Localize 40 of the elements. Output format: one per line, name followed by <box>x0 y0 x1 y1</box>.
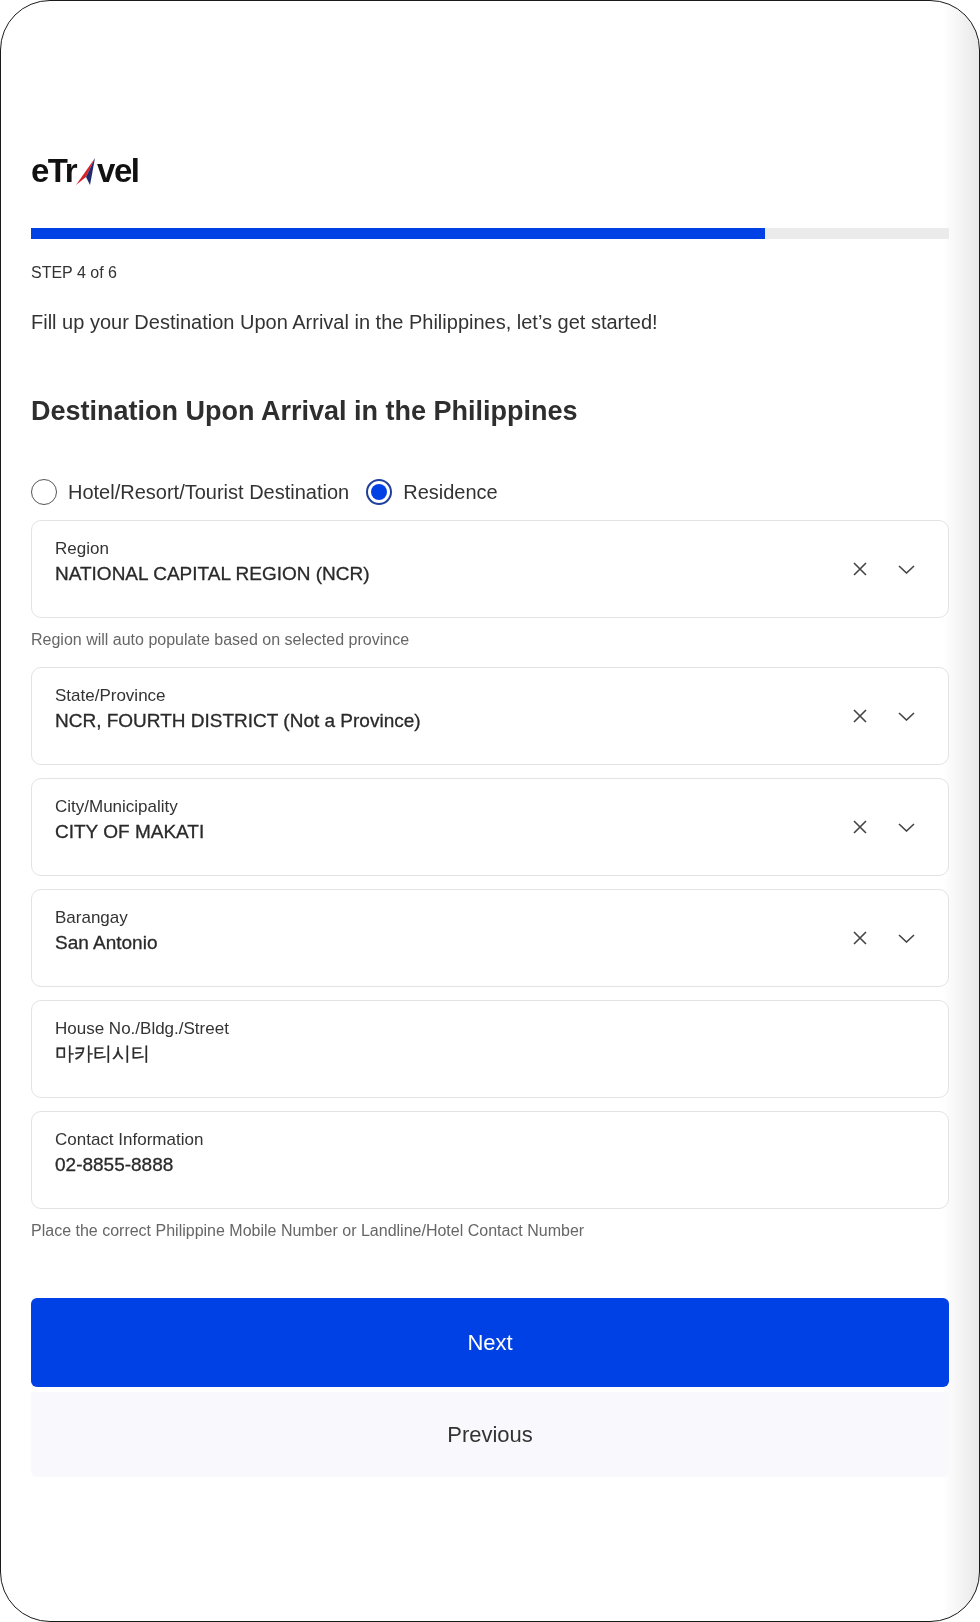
radio-option[interactable]: Residence <box>366 479 498 505</box>
clear-icon[interactable] <box>853 562 867 576</box>
select-field[interactable]: State/Province NCR, FOURTH DISTRICT (Not a Province) <box>31 667 949 765</box>
field-label: Region <box>55 538 109 560</box>
logo-text: vel <box>97 155 139 187</box>
field-value: 02-8855-8888 <box>55 1153 174 1177</box>
paper-plane-icon <box>76 158 97 185</box>
field-value: NCR, FOURTH DISTRICT (Not a Province) <box>55 709 421 733</box>
select-field[interactable]: Barangay San Antonio <box>31 889 949 987</box>
field-value: CITY OF MAKATI <box>55 820 205 844</box>
field-value: 마카티시티 <box>55 1042 150 1066</box>
radio-button[interactable] <box>366 479 393 505</box>
input-field[interactable]: Contact Information 02-8855-8888 <box>31 1111 949 1209</box>
chevron-down-icon[interactable] <box>898 822 915 832</box>
helper-text: Region will auto populate based on selected province <box>31 630 411 650</box>
field-value: NATIONAL CAPITAL REGION (NCR) <box>55 562 370 586</box>
field-label: State/Province <box>55 685 166 707</box>
select-field[interactable]: City/Municipality CITY OF MAKATI <box>31 778 949 876</box>
next-button[interactable]: Next <box>31 1298 949 1387</box>
previous-button[interactable]: Previous <box>31 1392 949 1477</box>
clear-icon[interactable] <box>853 931 867 945</box>
chevron-down-icon[interactable] <box>898 933 915 943</box>
helper-text: Place the correct Philippine Mobile Number or Landline/Hotel Contact Number <box>31 1221 586 1241</box>
intro-text: Fill up your Destination Upon Arrival in the Philippines, let’s get started! <box>31 310 659 334</box>
field-label: Barangay <box>55 907 128 929</box>
chevron-down-icon[interactable] <box>898 711 915 721</box>
step-indicator: STEP 4 of 6 <box>31 263 118 283</box>
select-field[interactable]: Region NATIONAL CAPITAL REGION (NCR) <box>31 520 949 618</box>
field-label: House No./Bldg./Street <box>55 1018 229 1040</box>
logo-text: eTr <box>31 155 77 187</box>
field-value: San Antonio <box>55 931 158 955</box>
clear-icon[interactable] <box>853 709 867 723</box>
field-label: City/Municipality <box>55 796 178 818</box>
radio-button[interactable] <box>31 479 57 505</box>
input-field[interactable]: House No./Bldg./Street 마카티시티 <box>31 1000 949 1098</box>
field-label: Contact Information <box>55 1129 204 1151</box>
clear-icon[interactable] <box>853 820 867 834</box>
section-title: Destination Upon Arrival in the Philippines <box>31 395 579 428</box>
chevron-down-icon[interactable] <box>898 564 915 574</box>
radio-option[interactable]: Hotel/Resort/Tourist Destination <box>31 479 350 505</box>
